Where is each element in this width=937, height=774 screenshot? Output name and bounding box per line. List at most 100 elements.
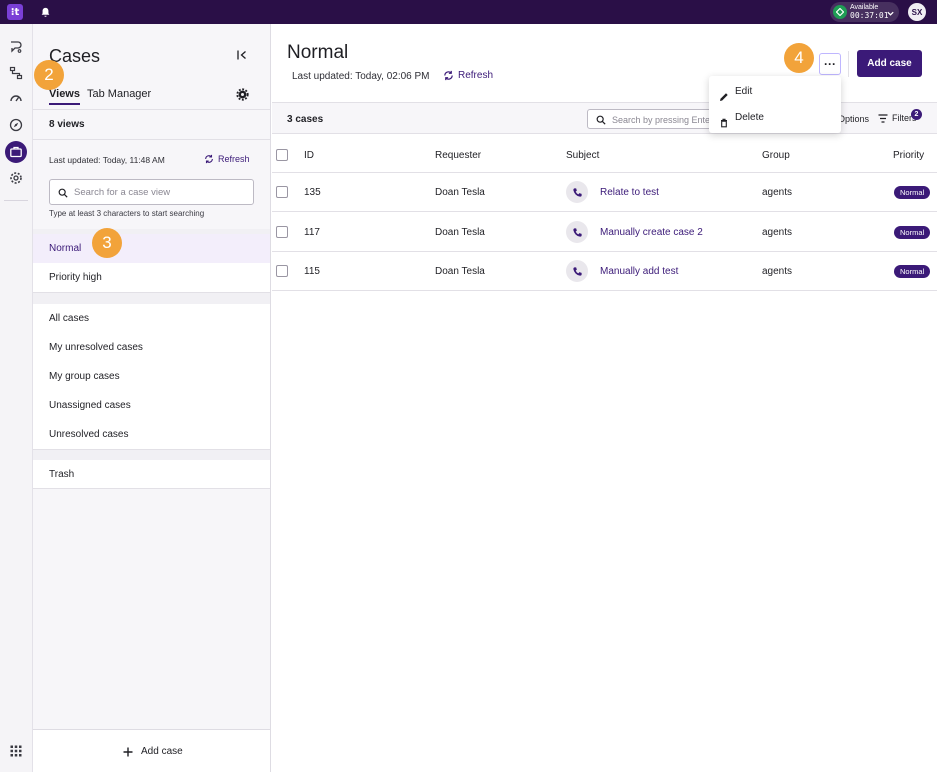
priority-badge: Normal bbox=[894, 226, 931, 239]
case-group: agents bbox=[762, 227, 793, 238]
case-view-search-input[interactable] bbox=[74, 185, 249, 199]
case-requester: Doan Tesla bbox=[435, 227, 485, 238]
sidebar-spacer bbox=[33, 292, 270, 304]
options-button[interactable]: Options bbox=[838, 114, 869, 124]
trash-group: Trash bbox=[33, 460, 270, 489]
table-row[interactable]: 115 Doan Tesla Manually add test agents … bbox=[272, 252, 937, 291]
sidebar-item-normal[interactable]: Normal bbox=[33, 234, 270, 263]
case-subject-link[interactable]: Manually add test bbox=[600, 266, 678, 277]
views-count: 8 views bbox=[49, 119, 85, 130]
phone-icon bbox=[566, 260, 588, 282]
case-view-search bbox=[49, 179, 254, 205]
custom-views-group: Normal Priority high bbox=[33, 234, 270, 292]
sidebar-item-priority-high[interactable]: Priority high bbox=[33, 263, 270, 292]
sidebar-item-unassigned-cases[interactable]: Unassigned cases bbox=[33, 391, 270, 420]
gear-icon[interactable] bbox=[236, 88, 250, 102]
sidebar-refresh-link[interactable]: Refresh bbox=[204, 154, 250, 164]
column-header-requester[interactable]: Requester bbox=[435, 150, 481, 161]
tab-views[interactable]: Views bbox=[49, 88, 80, 105]
row-checkbox[interactable] bbox=[276, 226, 288, 238]
case-group: agents bbox=[762, 266, 793, 277]
bell-icon[interactable] bbox=[37, 4, 53, 20]
case-id: 115 bbox=[304, 266, 320, 277]
app-logo[interactable]: ⁝t bbox=[7, 4, 23, 20]
callout-badge-3: 3 bbox=[92, 228, 122, 258]
table-row[interactable]: 135 Doan Tesla Relate to test agents Nor… bbox=[272, 173, 937, 212]
refresh-icon bbox=[205, 154, 213, 164]
sidebar-item-my-group-cases[interactable]: My group cases bbox=[33, 362, 270, 391]
sidebar-footer: Add case bbox=[33, 729, 270, 772]
column-header-group[interactable]: Group bbox=[762, 150, 790, 161]
sidebar-spacer bbox=[33, 449, 270, 460]
sidebar-item-trash[interactable]: Trash bbox=[33, 460, 270, 489]
menu-item-edit[interactable]: Edit bbox=[709, 79, 841, 105]
page-title: Normal bbox=[287, 42, 349, 63]
settings-gear-icon[interactable] bbox=[5, 167, 27, 189]
cases-sidebar: Cases Views Tab Manager 8 views Last upd… bbox=[33, 24, 271, 772]
priority-badge: Normal bbox=[894, 186, 931, 199]
sidebar-item-my-unresolved-cases[interactable]: My unresolved cases bbox=[33, 333, 270, 362]
sidebar-add-case-button[interactable]: Add case bbox=[123, 746, 183, 757]
case-id: 135 bbox=[304, 187, 321, 198]
status-text: Available 00:37:01 bbox=[850, 4, 889, 20]
refresh-icon bbox=[444, 70, 453, 81]
priority-badge: Normal bbox=[894, 265, 931, 278]
conversations-icon[interactable] bbox=[5, 36, 27, 58]
table-header: ID Requester Subject Group Priority bbox=[272, 135, 937, 173]
case-id: 117 bbox=[304, 227, 320, 238]
sidebar-last-updated: Last updated: Today, 11:48 AM bbox=[49, 155, 165, 165]
sidebar-divider bbox=[33, 139, 270, 140]
callout-badge-2: 2 bbox=[34, 60, 64, 90]
status-timer: 00:37:01 bbox=[850, 11, 889, 20]
compass-icon[interactable] bbox=[5, 114, 27, 136]
tab-tab-manager[interactable]: Tab Manager bbox=[87, 88, 151, 100]
phone-icon bbox=[566, 221, 588, 243]
case-requester: Doan Tesla bbox=[435, 187, 485, 198]
row-checkbox[interactable] bbox=[276, 186, 288, 198]
callout-badge-4: 4 bbox=[784, 43, 814, 73]
sidebar-add-case-label: Add case bbox=[141, 746, 183, 757]
sidebar-item-all-cases[interactable]: All cases bbox=[33, 304, 270, 333]
apps-grid-icon[interactable] bbox=[5, 740, 27, 762]
phone-icon bbox=[566, 181, 588, 203]
select-all-checkbox[interactable] bbox=[276, 149, 288, 161]
more-options-button[interactable]: ··· bbox=[819, 53, 841, 75]
rail-divider bbox=[4, 200, 28, 201]
case-count: 3 cases bbox=[287, 114, 324, 125]
menu-item-delete-label: Delete bbox=[735, 112, 764, 123]
page-refresh-link[interactable]: Refresh bbox=[443, 70, 493, 81]
filter-icon bbox=[878, 113, 888, 123]
search-icon bbox=[596, 114, 606, 128]
availability-status[interactable]: Available 00:37:01 bbox=[830, 2, 899, 22]
page-refresh-label: Refresh bbox=[458, 70, 494, 81]
menu-item-delete[interactable]: Delete bbox=[709, 105, 841, 131]
row-checkbox[interactable] bbox=[276, 265, 288, 277]
avatar[interactable]: SX bbox=[908, 3, 926, 21]
add-case-button[interactable]: Add case bbox=[857, 50, 922, 77]
sidebar-divider bbox=[33, 109, 270, 110]
sidebar-item-unresolved-cases[interactable]: Unresolved cases bbox=[33, 420, 270, 449]
case-group: agents bbox=[762, 187, 793, 198]
filters-count-badge: 2 bbox=[911, 109, 922, 120]
column-header-priority[interactable]: Priority bbox=[893, 150, 924, 161]
workflow-icon[interactable] bbox=[5, 62, 27, 84]
icon-rail bbox=[0, 24, 33, 772]
system-views-group: All cases My unresolved cases My group c… bbox=[33, 304, 270, 449]
case-search-input[interactable] bbox=[612, 113, 711, 126]
main-content: Normal Last updated: Today, 02:06 PM Ref… bbox=[272, 24, 937, 772]
available-status-icon bbox=[833, 5, 847, 19]
column-header-subject[interactable]: Subject bbox=[566, 150, 599, 161]
cases-briefcase-icon[interactable] bbox=[5, 141, 27, 163]
menu-item-edit-label: Edit bbox=[735, 86, 753, 97]
chevron-down-icon bbox=[886, 7, 895, 21]
page-last-updated: Last updated: Today, 02:06 PM bbox=[292, 71, 430, 82]
case-subject-link[interactable]: Relate to test bbox=[600, 187, 659, 198]
table-row[interactable]: 117 Doan Tesla Manually create case 2 ag… bbox=[272, 213, 937, 252]
search-hint: Type at least 3 characters to start sear… bbox=[49, 209, 205, 218]
dashboard-gauge-icon[interactable] bbox=[5, 87, 27, 109]
collapse-sidebar-icon[interactable] bbox=[236, 49, 250, 63]
column-header-id[interactable]: ID bbox=[304, 150, 314, 161]
sidebar-refresh-label: Refresh bbox=[218, 154, 250, 164]
case-subject-link[interactable]: Manually create case 2 bbox=[600, 227, 703, 238]
trash-icon bbox=[719, 113, 729, 139]
